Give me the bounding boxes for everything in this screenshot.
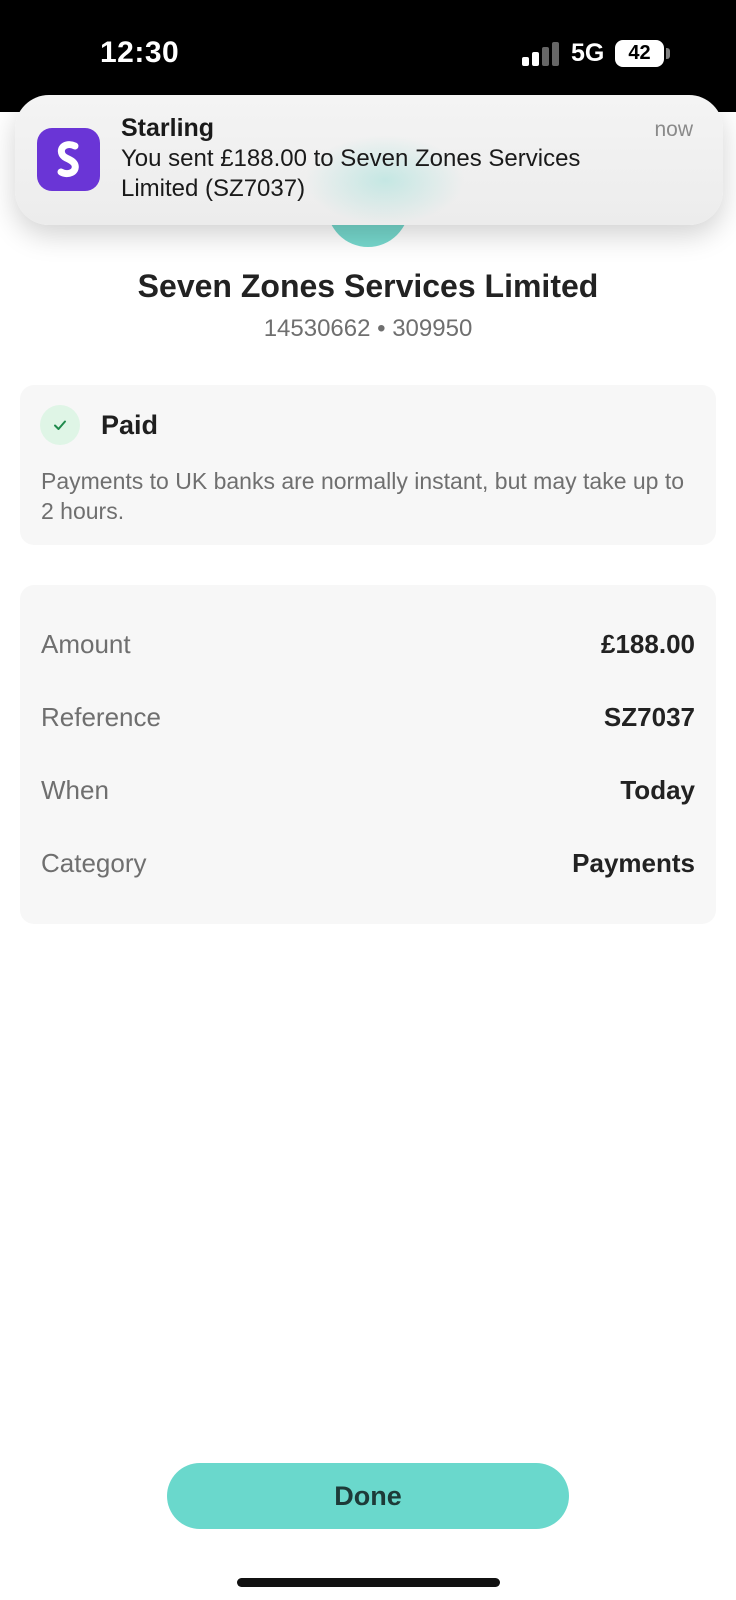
battery-icon: 42 xyxy=(615,40,664,67)
detail-row-reference: Reference SZ7037 xyxy=(41,702,695,738)
battery-cap xyxy=(666,48,670,59)
detail-label: Amount xyxy=(41,629,131,659)
payment-status-title: Paid xyxy=(101,410,159,440)
detail-value: Payments xyxy=(572,848,695,878)
network-type: 5G xyxy=(571,39,605,67)
recipient-name: Seven Zones Services Limited xyxy=(137,268,599,304)
detail-label: When xyxy=(41,775,109,805)
check-icon xyxy=(40,405,80,445)
payment-status-card: Paid Payments to UK banks are normally i… xyxy=(20,385,716,545)
detail-row-amount: Amount £188.00 xyxy=(41,629,695,665)
battery-level: 42 xyxy=(628,42,651,64)
done-button[interactable]: Done xyxy=(167,1463,569,1529)
detail-label: Reference xyxy=(41,702,161,732)
detail-row-when: When Today xyxy=(41,775,695,811)
recipient-account-details: 14530662 • 309950 xyxy=(263,315,473,342)
detail-value: SZ7037 xyxy=(603,702,695,732)
push-notification[interactable]: Starling now You sent £188.00 to Seven Z… xyxy=(15,95,723,225)
detail-label: Category xyxy=(41,848,147,878)
home-indicator[interactable] xyxy=(237,1578,500,1587)
detail-value: £188.00 xyxy=(601,629,695,659)
detail-row-category[interactable]: Category Payments xyxy=(41,848,695,884)
status-time: 12:30 xyxy=(100,36,180,69)
notification-time: now xyxy=(654,118,693,141)
notification-message: You sent £188.00 to Seven Zones Services… xyxy=(121,145,581,202)
detail-value: Today xyxy=(620,775,695,805)
notification-app-name: Starling xyxy=(121,114,215,142)
starling-logo-icon xyxy=(37,128,100,191)
cellular-signal-icon xyxy=(522,42,560,66)
payment-status-description: Payments to UK banks are normally instan… xyxy=(41,468,685,524)
payment-details-card: Amount £188.00 Reference SZ7037 When Tod… xyxy=(20,585,716,924)
